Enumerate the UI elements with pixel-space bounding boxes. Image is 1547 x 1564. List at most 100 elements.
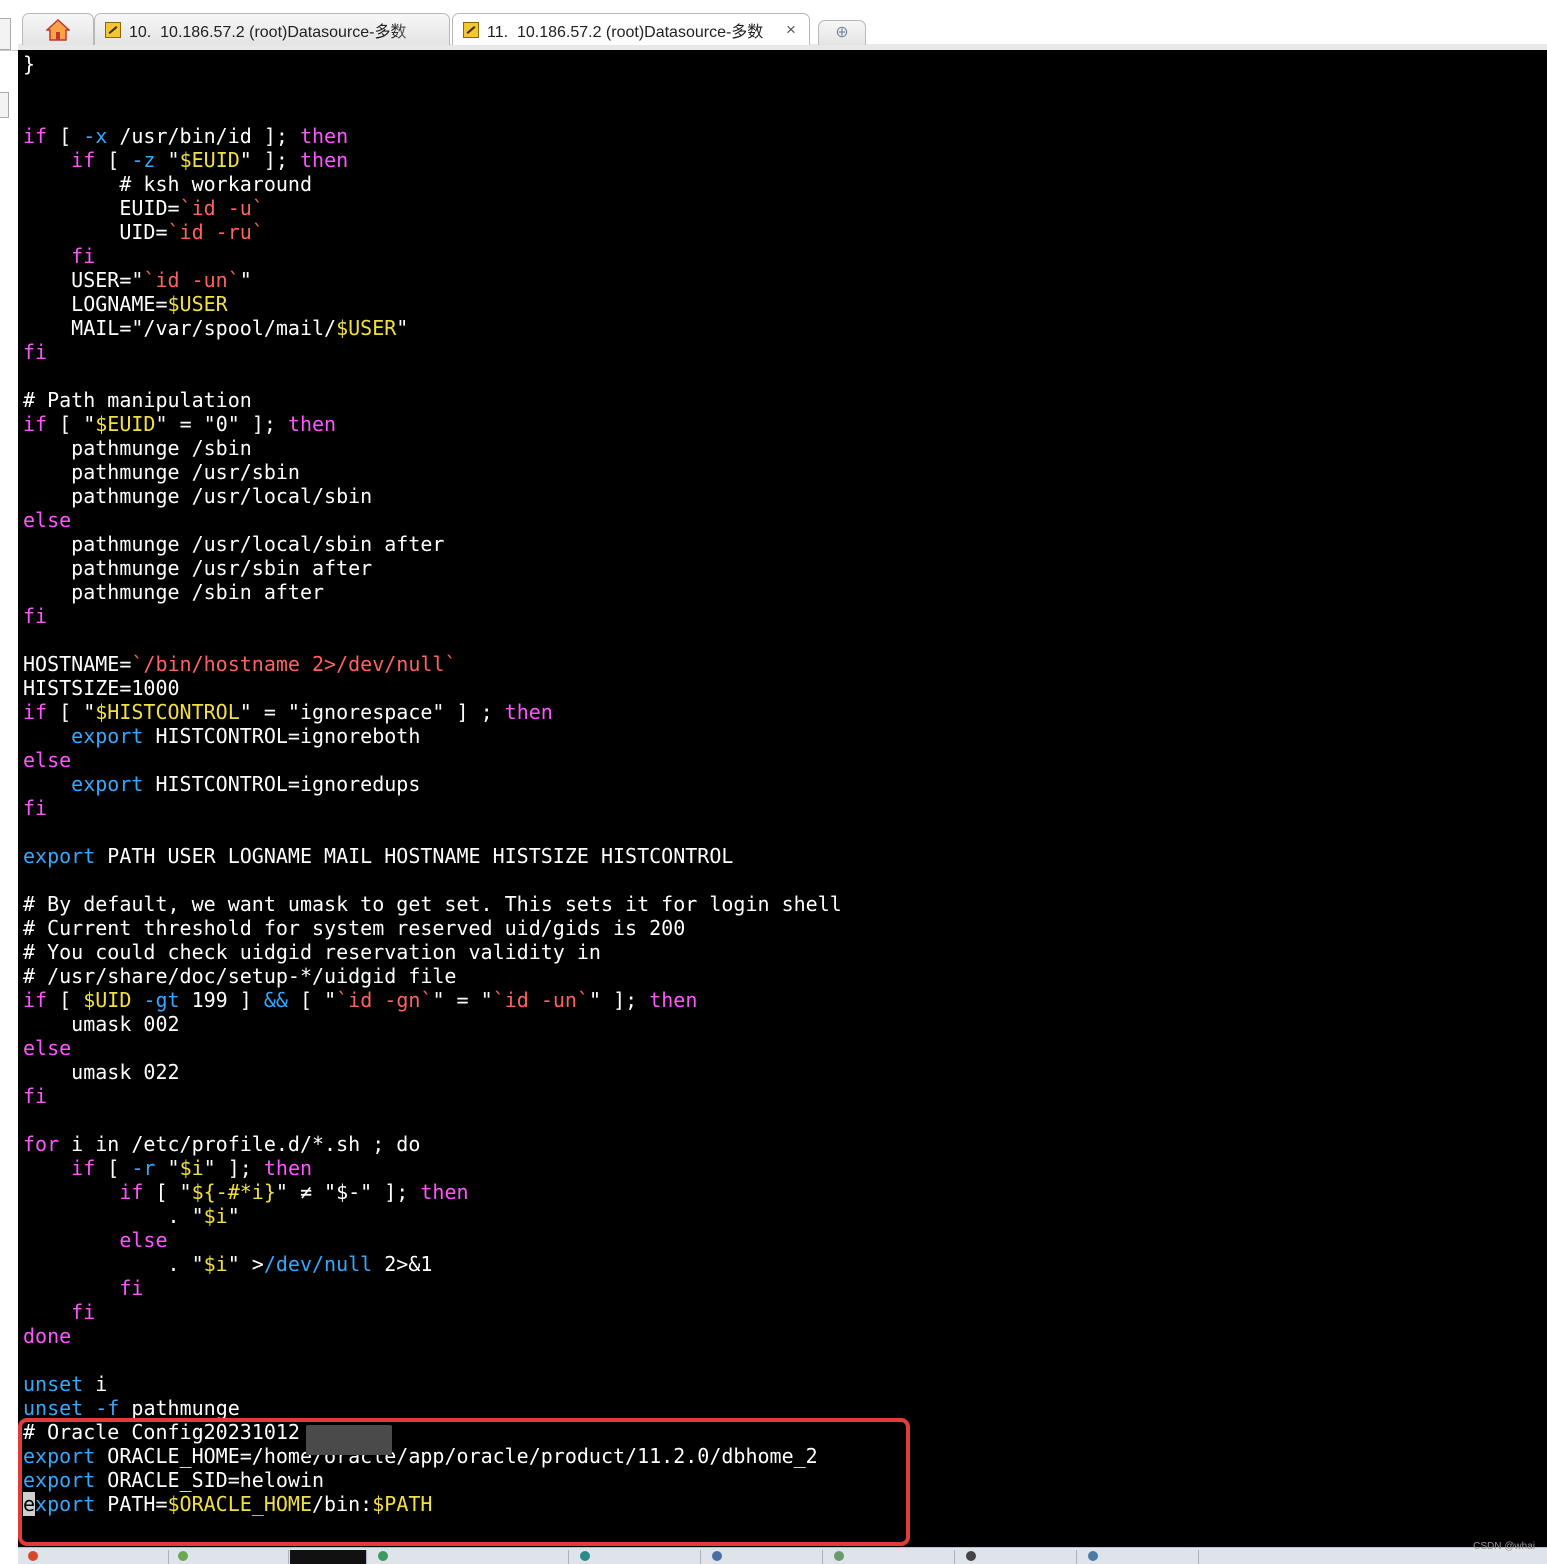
terminal-token: else: [23, 508, 72, 532]
terminal-token: if: [23, 412, 48, 436]
taskbar-item[interactable]: [168, 1550, 289, 1564]
tab-session-11[interactable]: 11. 10.186.57.2 (root)Datasource-多数 ×: [452, 13, 810, 45]
terminal-token: UID=: [23, 220, 168, 244]
terminal-token: }: [23, 52, 36, 76]
terminal-token: # ksh workaround: [23, 172, 312, 196]
terminal-token: pathmunge /usr/sbin: [23, 460, 300, 484]
terminal-token: then: [504, 700, 553, 724]
terminal-token: . ": [23, 1204, 204, 1228]
new-tab-button[interactable]: ⊕: [818, 20, 866, 45]
terminal-token: then: [420, 1180, 469, 1204]
terminal-token: umask 002: [23, 1012, 180, 1036]
terminal-output[interactable]: } if [ -x /usr/bin/id ]; then if [ -z "$E…: [18, 50, 1547, 1547]
taskbar-item[interactable]: [702, 1550, 823, 1564]
tab-title: 10. 10.186.57.2 (root)Datasource-多数: [129, 23, 407, 41]
terminal-token: fi: [119, 1276, 144, 1300]
terminal-token: " ≠ "$-" ];: [275, 1180, 421, 1204]
terminal-token: $USER: [167, 292, 228, 316]
terminal-line: fi: [23, 796, 842, 820]
terminal-token: USER=": [23, 268, 144, 292]
terminal-token: if: [71, 148, 96, 172]
terminal-line: if [ -z "$EUID" ]; then: [23, 148, 842, 172]
terminal-line: # By default, we want umask to get set. …: [23, 892, 842, 916]
terminal-token: 199 ]: [179, 988, 264, 1012]
terminal-token: `id -ru`: [167, 220, 264, 244]
terminal-line: # /usr/share/doc/setup-*/uidgid file: [23, 964, 842, 988]
terminal-line: unset -f pathmunge: [23, 1396, 842, 1420]
terminal-token: -x: [83, 124, 108, 148]
terminal-token: [: [47, 988, 84, 1012]
terminal-token: EUID=: [23, 196, 180, 220]
terminal-token: if: [23, 700, 48, 724]
tab-session-10[interactable]: 10. 10.186.57.2 (root)Datasource-多数: [94, 13, 450, 45]
window-edge-marker: [0, 92, 9, 118]
terminal-line: if [ -r "$i" ]; then: [23, 1156, 842, 1180]
terminal-line: if [ -x /usr/bin/id ]; then: [23, 124, 842, 148]
taskbar-item[interactable]: [956, 1550, 1077, 1564]
terminal-token: then: [649, 988, 698, 1012]
terminal-token: then: [263, 1156, 313, 1180]
key-icon: [463, 21, 479, 38]
terminal-token: then: [287, 412, 337, 436]
terminal-token: HISTSIZE=1000: [23, 676, 180, 700]
terminal-line: pathmunge /usr/local/sbin after: [23, 532, 842, 556]
terminal-line: export PATH USER LOGNAME MAIL HOSTNAME H…: [23, 844, 842, 868]
terminal-token: -r: [131, 1156, 156, 1180]
taskbar-item[interactable]: [290, 1550, 367, 1564]
terminal-token: HISTCONTROL=ignoredups: [143, 772, 421, 796]
taskbar-item[interactable]: [18, 1550, 169, 1564]
terminal-token: $i: [179, 1156, 204, 1180]
terminal-token: $HISTCONTROL: [95, 700, 240, 724]
terminal-token: else: [23, 1036, 72, 1060]
terminal-token: $EUID: [179, 148, 240, 172]
terminal-token: [: [95, 148, 132, 172]
terminal-token: ${-#*i}: [191, 1180, 276, 1204]
home-tab[interactable]: [22, 13, 94, 45]
highlight-annotation-box: [18, 1418, 910, 1546]
terminal-token: [ ": [287, 988, 337, 1012]
terminal-line: pathmunge /sbin: [23, 436, 842, 460]
taskbar-item[interactable]: [570, 1550, 701, 1564]
terminal-token: if: [23, 988, 48, 1012]
terminal-line: else: [23, 508, 842, 532]
terminal-token: . ": [23, 1252, 204, 1276]
home-icon: [46, 18, 70, 41]
terminal-token: 2>&1: [372, 1252, 433, 1276]
terminal-token: `id -un`: [143, 268, 240, 292]
terminal-token: -f: [95, 1396, 120, 1420]
terminal-token: $i: [203, 1252, 228, 1276]
terminal-token: -z: [131, 148, 156, 172]
terminal-token: if: [71, 1156, 96, 1180]
close-icon[interactable]: ×: [783, 20, 799, 40]
terminal-token: fi: [23, 604, 48, 628]
terminal-token: for: [23, 1132, 60, 1156]
terminal-token: " = "0" ];: [155, 412, 288, 436]
terminal-token: fi: [23, 340, 48, 364]
terminal-line: fi: [23, 244, 842, 268]
terminal-line: pathmunge /usr/sbin after: [23, 556, 842, 580]
terminal-token: # Current threshold for system reserved …: [23, 916, 686, 940]
terminal-token: `id -un`: [492, 988, 589, 1012]
terminal-line: fi: [23, 340, 842, 364]
terminal-token: then: [299, 124, 349, 148]
terminal-token: $USER: [336, 316, 397, 340]
terminal-token: $EUID: [95, 412, 156, 436]
watermark-text: CSDN @whai: [1473, 1541, 1535, 1552]
terminal-line: pathmunge /usr/local/sbin: [23, 484, 842, 508]
terminal-line: umask 022: [23, 1060, 842, 1084]
terminal-token: pathmunge /sbin after: [23, 580, 325, 604]
terminal-line: }: [23, 52, 842, 76]
taskbar-item[interactable]: [368, 1550, 569, 1564]
taskbar-item[interactable]: [1078, 1550, 1199, 1564]
terminal-token: `id -gn`: [336, 988, 433, 1012]
taskbar-item[interactable]: [824, 1550, 955, 1564]
